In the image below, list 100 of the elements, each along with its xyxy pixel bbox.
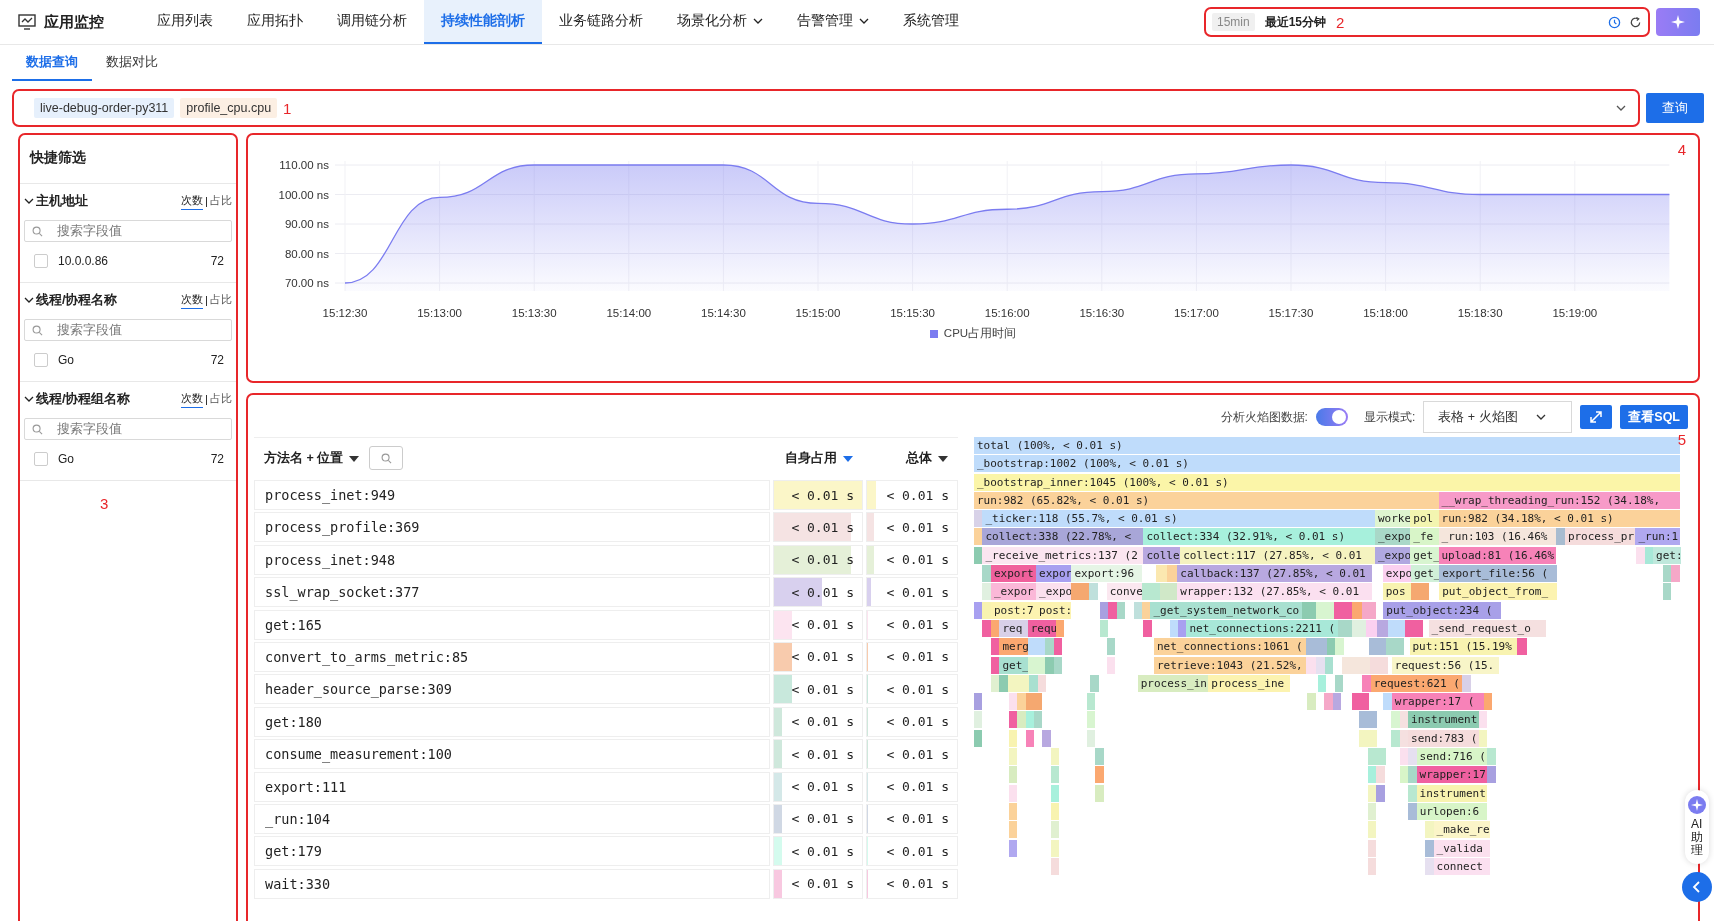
flame-frame[interactable]: _ticker:118 (55.7%, < 0.01 s) bbox=[982, 510, 1375, 528]
mode-tab[interactable]: 占比 bbox=[210, 292, 232, 309]
flame-frame[interactable]: send:783 ( bbox=[1408, 729, 1479, 747]
column-search-button[interactable] bbox=[369, 446, 404, 470]
flame-frame[interactable]: net_connections:1061 ( bbox=[1154, 638, 1306, 656]
filter-group-title[interactable]: 线程/协程组名称 bbox=[36, 391, 131, 408]
flame-frame[interactable]: collect:117 (27.85%, < 0.01 bbox=[1180, 546, 1375, 564]
flame-frame[interactable]: request:621 ( bbox=[1370, 674, 1463, 692]
search-field[interactable]: 搜索字段值 bbox=[24, 220, 232, 242]
flame-frame[interactable]: expor bbox=[1036, 565, 1072, 583]
flame-frame[interactable]: process_in bbox=[1137, 674, 1209, 692]
flame-frame[interactable]: collect:338 (22.78%, < bbox=[982, 528, 1144, 546]
flame-frame[interactable]: wrapper:17 ( bbox=[1391, 693, 1484, 711]
checkbox[interactable] bbox=[34, 254, 48, 268]
view-sql-button[interactable]: 查看SQL bbox=[1620, 405, 1688, 429]
query-field[interactable]: live-debug-order-py311 profile_cpu.cpu 1 bbox=[12, 89, 1640, 127]
flame-frame[interactable]: _run:1 bbox=[1635, 528, 1680, 546]
flame-frame[interactable]: net_connections:2211 ( bbox=[1186, 619, 1339, 637]
flame-frame[interactable]: run:982 (65.82%, < 0.01 s) bbox=[974, 491, 1439, 509]
flame-frame[interactable]: post: bbox=[1036, 601, 1072, 619]
nav-tab[interactable]: 应用列表 bbox=[140, 0, 230, 44]
nav-tab[interactable]: 场景化分析 bbox=[660, 0, 780, 44]
flame-frame[interactable]: pol bbox=[1410, 510, 1439, 528]
flame-frame[interactable]: __wrap_threading_run:152 (34.18%, bbox=[1438, 491, 1680, 509]
flame-frame[interactable]: export_file:56 ( bbox=[1439, 565, 1558, 583]
nav-tab[interactable]: 持续性能剖析 bbox=[424, 0, 542, 44]
toggle-switch[interactable] bbox=[1315, 408, 1348, 426]
flame-frame[interactable]: _get_system_network_co bbox=[1150, 601, 1303, 619]
checkbox[interactable] bbox=[34, 452, 48, 466]
flame-frame[interactable]: callback:137 (27.85%, < 0.01 bbox=[1177, 565, 1373, 583]
flame-frame[interactable]: connect bbox=[1433, 857, 1491, 875]
mode-tab[interactable]: 次数 bbox=[181, 391, 203, 408]
search-field[interactable]: 搜索字段值 bbox=[24, 319, 232, 341]
flame-frame[interactable]: colle bbox=[1143, 546, 1181, 564]
flame-frame[interactable]: _fe bbox=[1410, 528, 1439, 546]
flame-frame[interactable]: put:151 (15.19% bbox=[1409, 638, 1517, 656]
flame-block[interactable] bbox=[1055, 619, 1065, 637]
flame-frame[interactable]: _expo bbox=[1374, 546, 1411, 564]
nav-tab[interactable]: 系统管理 bbox=[886, 0, 976, 44]
sort-caret-icon[interactable] bbox=[938, 456, 948, 462]
flame-frame[interactable]: instrument bbox=[1408, 711, 1479, 729]
flame-frame[interactable]: _expo bbox=[1036, 583, 1072, 601]
flame-frame[interactable]: _make_re bbox=[1433, 821, 1491, 839]
query-tag[interactable]: profile_cpu.cpu bbox=[180, 98, 278, 118]
flame-frame[interactable]: export bbox=[990, 565, 1037, 583]
search-field[interactable]: 搜索字段值 bbox=[24, 418, 232, 440]
flame-frame[interactable]: pos bbox=[1382, 583, 1411, 601]
assistant-widget[interactable]: AI助理 bbox=[1685, 790, 1709, 864]
checkbox[interactable] bbox=[34, 353, 48, 367]
nav-tab[interactable]: 调用链分析 bbox=[320, 0, 424, 44]
nav-tab[interactable]: 告警管理 bbox=[780, 0, 886, 44]
collapse-button[interactable] bbox=[1682, 871, 1712, 902]
flame-frame[interactable]: _valida bbox=[1433, 839, 1491, 857]
filter-group-title[interactable]: 主机地址 bbox=[36, 193, 88, 210]
sort-caret-icon[interactable] bbox=[349, 456, 360, 462]
flame-frame[interactable]: upload:81 (16.46% bbox=[1438, 546, 1557, 564]
display-mode-select[interactable]: 表格 + 火焰图 bbox=[1423, 401, 1573, 433]
flame-frame[interactable]: conve bbox=[1106, 583, 1142, 601]
query-tag[interactable]: live-debug-order-py311 bbox=[34, 98, 175, 118]
flame-frame[interactable]: _bootstrap_inner:1045 (100%, < 0.01 s) bbox=[974, 473, 1680, 491]
flame-frame[interactable]: _expor bbox=[990, 583, 1037, 601]
nav-tab[interactable]: 应用拓扑 bbox=[230, 0, 320, 44]
flame-frame[interactable]: send:716 ( bbox=[1416, 748, 1488, 766]
flame-frame[interactable]: requ bbox=[1027, 619, 1056, 637]
flame-frame[interactable]: worke bbox=[1375, 510, 1411, 528]
flame-frame[interactable]: req bbox=[999, 619, 1028, 637]
legend-label[interactable]: CPU占用时间 bbox=[943, 326, 1017, 341]
query-button[interactable]: 查询 bbox=[1646, 93, 1704, 123]
flame-frame[interactable]: _expo bbox=[1375, 528, 1411, 546]
sub-tab[interactable]: 数据对比 bbox=[92, 45, 172, 81]
nav-tab[interactable]: 业务链路分析 bbox=[542, 0, 660, 44]
flame-frame[interactable]: run:982 (34.18%, < 0.01 s) bbox=[1438, 510, 1680, 528]
flame-frame[interactable]: request:56 (15. bbox=[1391, 656, 1500, 674]
flame-frame[interactable]: instrument bbox=[1416, 784, 1488, 802]
mode-tab[interactable]: 次数 bbox=[181, 292, 203, 309]
flame-frame[interactable]: wrapper:132 (27.85%, < 0.01 bbox=[1177, 583, 1373, 601]
time-range-picker[interactable]: 15min 最近15分钟 2 bbox=[1204, 7, 1650, 37]
flame-frame[interactable]: collect:334 (32.91%, < 0.01 s) bbox=[1143, 528, 1375, 546]
flame-frame[interactable]: _receive_metrics:137 (2 bbox=[982, 546, 1144, 564]
mode-tab[interactable]: 占比 bbox=[210, 391, 232, 408]
mode-tab[interactable]: 占比 bbox=[210, 193, 232, 210]
flame-frame[interactable]: wrapper:17 bbox=[1416, 766, 1488, 784]
flame-frame[interactable]: retrieve:1043 (21.52%, bbox=[1154, 656, 1306, 674]
refresh-icon[interactable] bbox=[1629, 15, 1642, 29]
flame-frame[interactable]: post:7 bbox=[990, 601, 1037, 619]
flame-frame[interactable]: get: bbox=[1653, 546, 1682, 564]
flame-frame[interactable]: put_object:234 ( bbox=[1383, 601, 1502, 619]
flame-frame[interactable]: export:96 bbox=[1071, 565, 1142, 583]
flame-frame[interactable]: _bootstrap:1002 (100%, < 0.01 s) bbox=[974, 455, 1680, 473]
flame-frame[interactable]: put_object_from_ bbox=[1439, 583, 1558, 601]
expand-button[interactable] bbox=[1580, 405, 1613, 429]
flame-frame[interactable]: _send_request_o bbox=[1428, 619, 1547, 637]
flame-frame[interactable]: _run:103 (16.46% bbox=[1438, 528, 1557, 546]
clock-refresh-icon[interactable] bbox=[1608, 15, 1621, 29]
mode-tab[interactable]: 次数 bbox=[181, 193, 203, 210]
assistant-button[interactable] bbox=[1656, 8, 1700, 36]
flame-frame[interactable]: process_pr bbox=[1564, 528, 1636, 546]
flame-frame[interactable]: urlopen:6 bbox=[1416, 802, 1488, 820]
sub-tab[interactable]: 数据查询 bbox=[12, 45, 92, 81]
flame-frame[interactable]: merg bbox=[999, 638, 1028, 656]
